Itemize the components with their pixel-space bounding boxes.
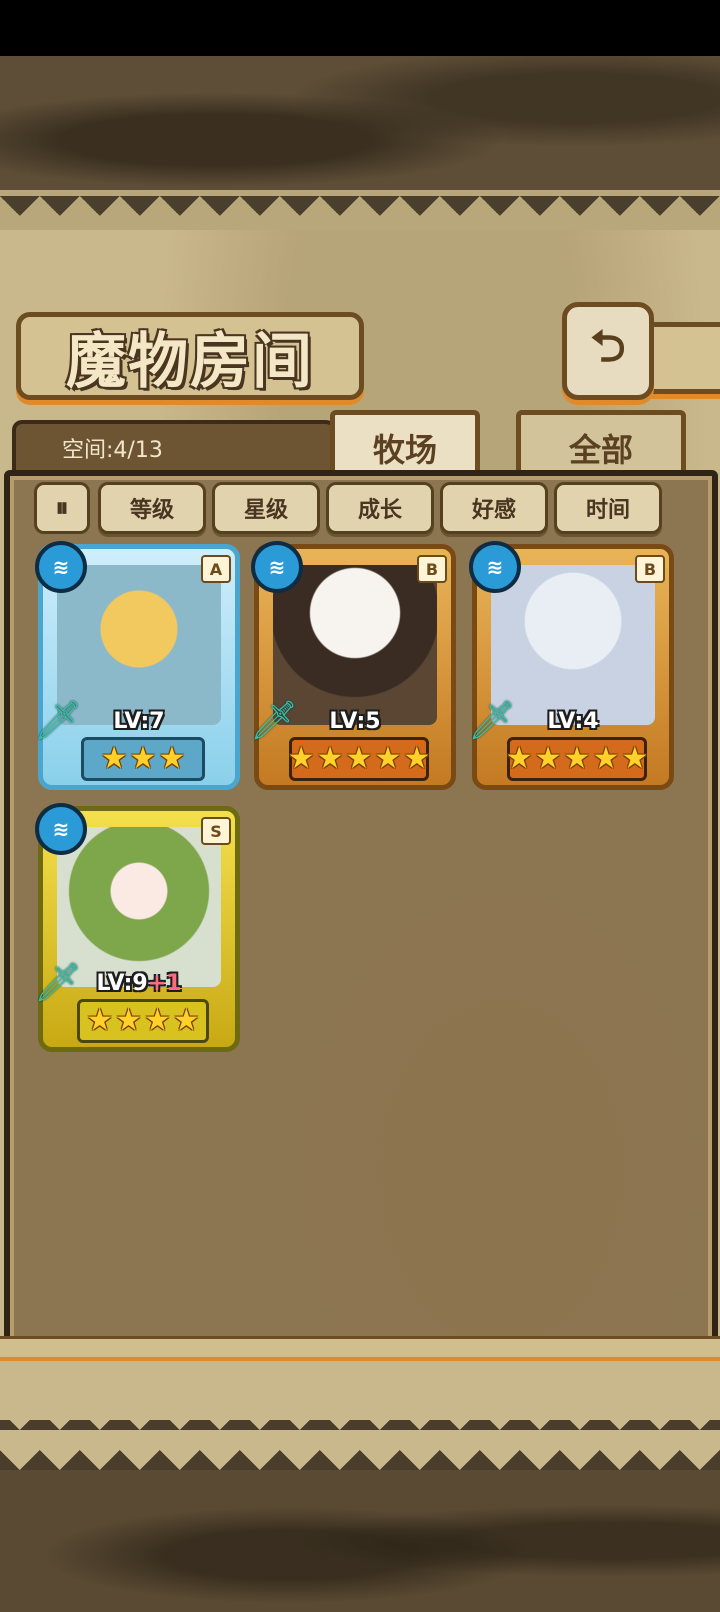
level-label: LV:9+1 [43, 971, 235, 996]
star-icon: ★ [287, 741, 315, 776]
star-icon: ★ [86, 1003, 114, 1038]
back-arrow-icon: ⮌ [590, 320, 626, 372]
star-icon: ★ [621, 741, 649, 776]
star-icon: ★ [115, 1003, 142, 1038]
star-icon: ★ [374, 741, 402, 776]
rank-badge: B [417, 555, 447, 583]
level-label: LV:4 [477, 709, 669, 734]
monster-card[interactable]: ≋ S 🗡 LV:9+1 ★ ★ ★ ★ [34, 803, 240, 1052]
water-element-icon: ≋ [35, 803, 87, 855]
monster-card[interactable]: ≋ A 🗡 LV:7 ★ ★ ★ [34, 541, 240, 790]
back-button[interactable]: ⮌ [562, 302, 654, 400]
star-icon: ★ [158, 741, 186, 776]
torn-edge-bottom [0, 1420, 720, 1470]
rank-badge: S [201, 817, 231, 845]
sort-button-stars[interactable]: 星级 [212, 482, 320, 534]
tab-label: 全部 [568, 431, 633, 469]
sort-button-level[interactable]: 等级 [98, 482, 206, 534]
level-label: LV:7 [43, 709, 235, 734]
status-bar [0, 0, 720, 56]
star-icon: ★ [100, 741, 128, 776]
level-value: LV:4 [547, 709, 599, 734]
title-plate: 魔物房间 [16, 312, 364, 400]
sort-button-growth[interactable]: 成长 [326, 482, 434, 534]
map-background-top [0, 56, 720, 196]
star-icon: ★ [403, 741, 431, 776]
map-background-bottom [0, 1470, 720, 1612]
tab-label: 牧场 [372, 431, 437, 469]
star-icon: ★ [505, 741, 533, 776]
page-title: 魔物房间 [66, 326, 314, 397]
water-element-icon: ≋ [469, 541, 521, 593]
star-rating: ★ ★ ★ ★ [77, 999, 209, 1043]
star-icon: ★ [172, 1003, 200, 1038]
rank-badge: A [201, 555, 231, 583]
level-value: LV:7 [113, 709, 165, 734]
panel-bottom-rim [0, 1336, 720, 1361]
star-icon: ★ [563, 741, 591, 776]
sort-toggle-icon: ⏸ [55, 492, 69, 523]
star-icon: ★ [592, 741, 620, 776]
star-icon: ★ [129, 741, 157, 776]
level-value: LV:9 [96, 971, 148, 996]
sort-button-time[interactable]: 时间 [554, 482, 662, 534]
star-rating: ★ ★ ★ [81, 737, 205, 781]
star-rating: ★ ★ ★ ★ ★ [287, 737, 431, 781]
water-element-icon: ≋ [251, 541, 303, 593]
star-icon: ★ [345, 741, 373, 776]
capacity-label: 空间:4/13 [62, 438, 163, 463]
star-rating: ★ ★ ★ ★ ★ [505, 737, 649, 781]
level-label: LV:5 [259, 709, 451, 734]
level-value: LV:5 [329, 709, 381, 734]
star-icon: ★ [534, 741, 562, 776]
level-bonus: +1 [147, 971, 182, 996]
sort-button-affection[interactable]: 好感 [440, 482, 548, 534]
sort-order-toggle[interactable]: ⏸ [34, 482, 90, 534]
star-icon: ★ [316, 741, 344, 776]
star-icon: ★ [144, 1003, 171, 1038]
monster-card[interactable]: ≋ B 🗡 LV:4 ★ ★ ★ ★ ★ [468, 541, 674, 790]
rank-badge: B [635, 555, 665, 583]
water-element-icon: ≋ [35, 541, 87, 593]
monster-card[interactable]: ≋ B 🗡 LV:5 ★ ★ ★ ★ ★ [250, 541, 456, 790]
